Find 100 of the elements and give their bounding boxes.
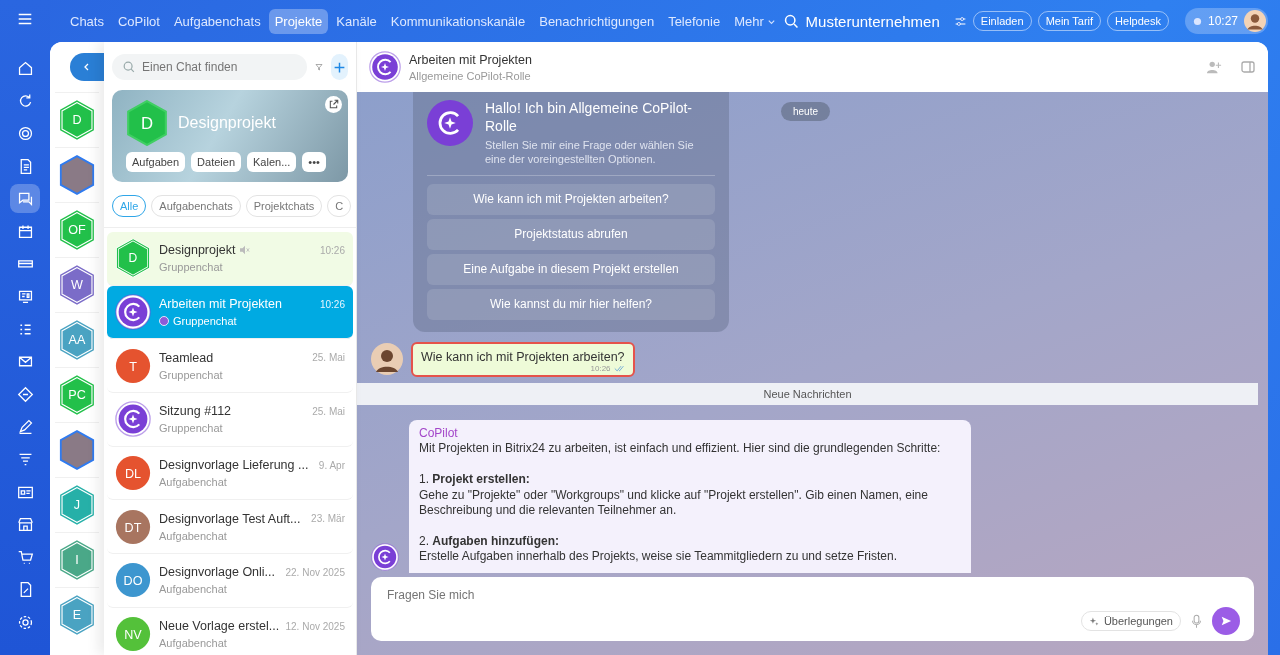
nav-tab[interactable]: Projekte bbox=[268, 8, 329, 34]
nav-tab[interactable]: Telefonie bbox=[662, 8, 727, 34]
chat-time: 22. Nov 2025 bbox=[285, 566, 345, 578]
sidebar-toggle-icon[interactable] bbox=[1240, 59, 1256, 75]
cart-icon bbox=[16, 548, 34, 566]
store-icon bbox=[16, 516, 34, 534]
chat-list-item[interactable]: DO Designvorlage Onli... 22. Nov 2025 Aufgabenchat bbox=[107, 554, 353, 608]
filter-chip[interactable]: Alle bbox=[112, 195, 147, 217]
chat-title: Teamlead bbox=[159, 350, 214, 365]
chat-avatar[interactable]: PC bbox=[59, 375, 95, 415]
chat-subtitle: Aufgabenchat bbox=[159, 583, 227, 596]
chat-subtitle: Gruppenchat bbox=[159, 368, 223, 381]
chat-list-item[interactable]: Arbeiten mit Projekten 10:26 Gruppenchat bbox=[107, 285, 353, 340]
copilot-avatar bbox=[371, 543, 399, 571]
pen-icon bbox=[16, 418, 34, 436]
filter-chip[interactable]: Projektchats bbox=[245, 195, 323, 217]
chat-avatar[interactable]: I bbox=[59, 540, 95, 580]
chat-title: Designprojekt bbox=[159, 243, 236, 258]
chat-button[interactable] bbox=[10, 184, 40, 213]
chat-avatar[interactable]: AA bbox=[59, 320, 95, 360]
welcome-title: Hallo! Ich bin Allgemeine CoPilot-Rolle bbox=[485, 100, 693, 135]
copilot-avatar bbox=[369, 51, 401, 83]
chat-subtitle: Gruppenchat bbox=[173, 315, 237, 328]
filter-chip[interactable]: Aufgabenchats bbox=[151, 195, 241, 217]
chat-subtitle: Aufgabenchat bbox=[159, 637, 227, 650]
add-button[interactable] bbox=[331, 54, 348, 80]
nav-tab[interactable]: Chats bbox=[64, 8, 110, 34]
chat-avatar[interactable]: D bbox=[59, 100, 95, 140]
chat-title: Arbeiten mit Projekten bbox=[159, 297, 282, 312]
chat-title: Designvorlage Lieferung ... bbox=[159, 458, 309, 473]
suggestion-button[interactable]: Eine Aufgabe in diesem Projekt erstellen bbox=[427, 253, 715, 285]
chat-avatar: D bbox=[115, 239, 151, 278]
time-widget[interactable]: 10:27 bbox=[1184, 8, 1268, 34]
settings-icon bbox=[16, 613, 34, 631]
suggestion-button[interactable]: Projektstatus abrufen bbox=[427, 218, 715, 250]
chat-avatar: T bbox=[115, 346, 151, 385]
project-action-button[interactable]: Kalen... bbox=[247, 152, 297, 172]
search-field[interactable]: Einen Chat finden bbox=[112, 54, 307, 80]
search-icon bbox=[122, 60, 136, 74]
project-action-button[interactable]: ••• bbox=[302, 152, 326, 172]
chat-subtitle: Gruppenchat bbox=[159, 261, 223, 274]
home-icon bbox=[16, 59, 34, 77]
chat-list-item[interactable]: NV Neue Vorlage erstel... 12. Nov 2025 Aufgabenchat bbox=[107, 607, 353, 655]
user-avatar[interactable] bbox=[1244, 10, 1266, 32]
suggestion-button[interactable]: Wie kannst du mir hier helfen? bbox=[427, 288, 715, 320]
chat-time: 12. Nov 2025 bbox=[285, 620, 345, 632]
chat-subtitle: Aufgabenchat bbox=[159, 476, 227, 489]
chat-icon bbox=[16, 190, 34, 208]
chat-avatar: DO bbox=[115, 561, 151, 600]
chat-title: Sitzung #112 bbox=[159, 404, 232, 419]
project-action-button[interactable]: Aufgaben bbox=[126, 152, 186, 172]
chat-avatar[interactable]: OF bbox=[59, 210, 95, 250]
welcome-text: Stellen Sie mir eine Frage oder wählen Sie eine der voreingestellten Optionen. bbox=[485, 138, 695, 167]
chat-time: 25. Mai bbox=[312, 405, 345, 417]
chat-title: Designvorlage Onli... bbox=[159, 565, 276, 580]
external-link-icon[interactable] bbox=[325, 96, 342, 113]
send-icon bbox=[1220, 615, 1232, 627]
chat-avatar[interactable]: E bbox=[59, 595, 95, 635]
chat-list-item[interactable]: DT Designvorlage Test Auft... 23. Mär Aufgabenchat bbox=[107, 500, 353, 555]
nav-tab[interactable]: CoPilot bbox=[111, 8, 166, 34]
chat-list-item[interactable]: T Teamlead 25. Mai Gruppenchat bbox=[107, 339, 353, 394]
chat-avatar: DL bbox=[115, 454, 151, 493]
nav-tab[interactable]: Kommunikationskanäle bbox=[384, 8, 532, 34]
chat-list-item[interactable]: D Designprojekt 10:26 Gruppenchat bbox=[107, 232, 353, 286]
sliders-icon[interactable] bbox=[953, 14, 967, 28]
project-action-button[interactable]: Dateien bbox=[191, 152, 242, 172]
target-icon bbox=[16, 125, 34, 142]
message-paragraph: 2. Aufgaben hinzufügen: Erstelle Aufgaben innerhalb des Projekts, weise sie Teammitgliedern zu und setze Fristen. bbox=[419, 533, 899, 565]
search-icon[interactable] bbox=[782, 12, 800, 30]
company-name: Musterunternehmen bbox=[805, 12, 940, 30]
more-menu[interactable]: Mehr bbox=[728, 8, 782, 34]
chat-title: Designvorlage Test Auft... bbox=[159, 511, 301, 526]
message-time: 10:26 bbox=[590, 363, 611, 373]
suggestion-button[interactable]: Wie kann ich mit Projekten arbeiten? bbox=[427, 183, 715, 215]
project-title: Designprojekt bbox=[178, 114, 276, 132]
chat-list-item[interactable]: DL Designvorlage Lieferung ... 9. Apr Aufgabenchat bbox=[107, 446, 353, 501]
send-button[interactable] bbox=[1212, 607, 1240, 635]
message-paragraph: Mit Projekten in Bitrix24 zu arbeiten, ist einfach und effizient. Hier sind die grundlegenden Schritte: bbox=[419, 441, 942, 458]
chat-time: 25. Mai bbox=[312, 352, 345, 364]
photo-placeholder[interactable] bbox=[59, 155, 95, 195]
diamond-icon bbox=[16, 385, 34, 403]
back-button[interactable] bbox=[70, 53, 104, 81]
nav-tab[interactable]: Kanäle bbox=[330, 8, 383, 34]
filter-chip[interactable]: C bbox=[327, 195, 352, 217]
photo-placeholder[interactable] bbox=[59, 430, 95, 470]
copilot-avatar bbox=[427, 100, 473, 146]
nav-tab[interactable]: Aufgabenchats bbox=[167, 8, 267, 34]
message-text: Wie kann ich mit Projekten arbeiten? bbox=[421, 349, 625, 364]
chat-list-item[interactable]: Sitzung #112 25. Mai Gruppenchat bbox=[107, 393, 353, 447]
chat-time: 10:26 bbox=[319, 298, 345, 310]
chat-avatar[interactable]: J bbox=[59, 485, 95, 525]
reasoning-button[interactable]: Überlegungen bbox=[1080, 611, 1181, 631]
nav-tab[interactable]: Benachrichtigungen bbox=[533, 8, 661, 34]
copilot-icon bbox=[159, 316, 169, 327]
chat-time: 23. Mär bbox=[311, 513, 345, 525]
chat-avatar: NV bbox=[115, 615, 151, 654]
chat-title: Neue Vorlage erstel... bbox=[159, 619, 280, 634]
chat-subtitle: Gruppenchat bbox=[159, 422, 223, 435]
chat-title: Arbeiten mit Projekten bbox=[409, 52, 533, 67]
chat-avatar[interactable]: W bbox=[59, 265, 95, 305]
